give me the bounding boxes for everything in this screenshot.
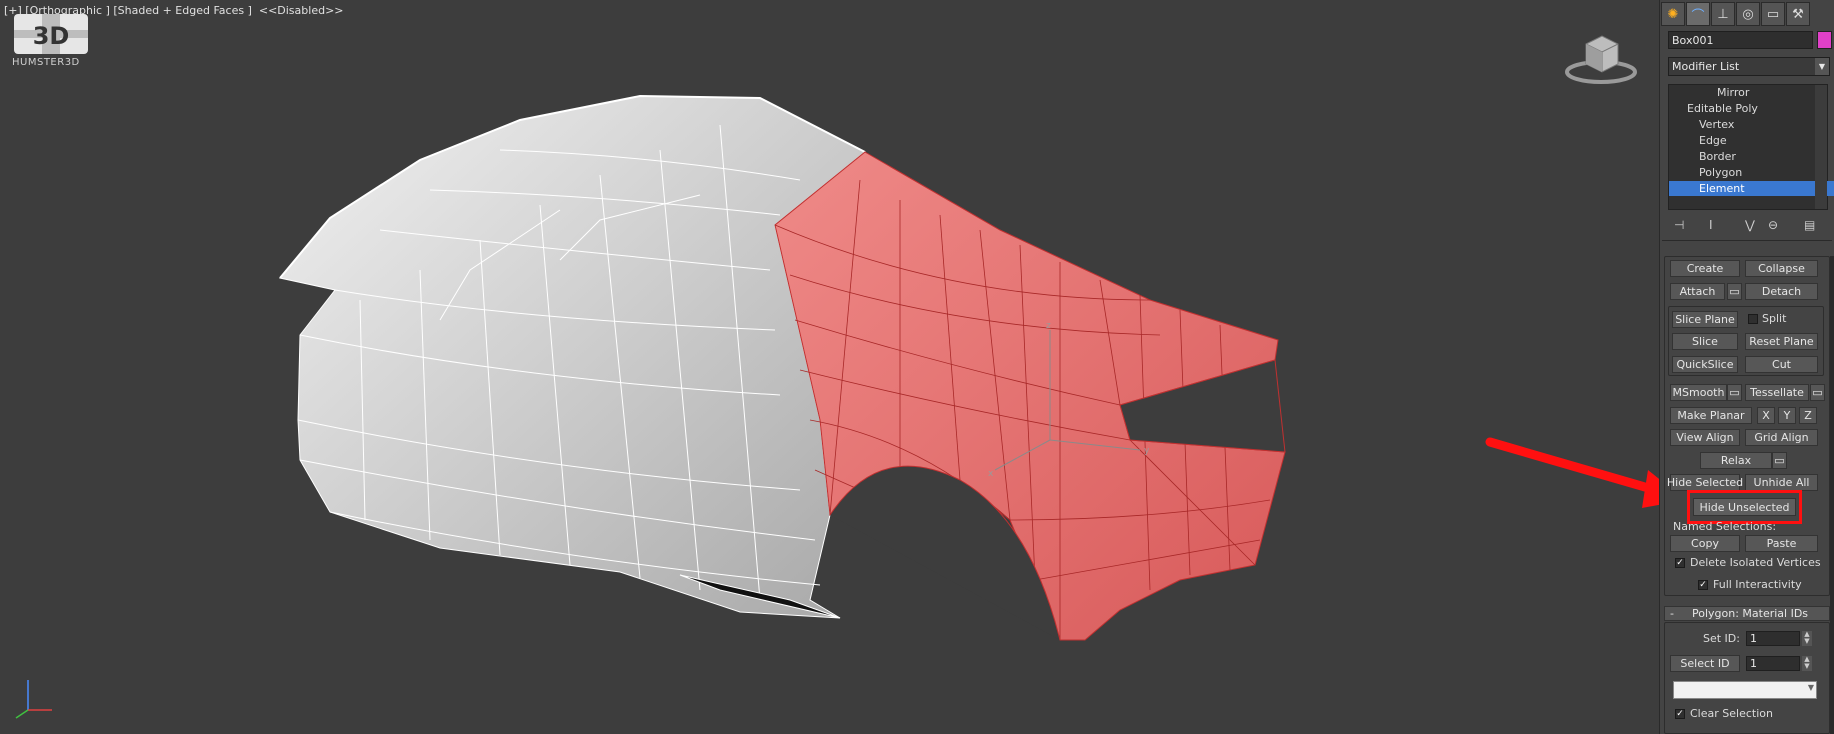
create-button[interactable]: Create xyxy=(1670,260,1740,277)
stack-scrollbar[interactable] xyxy=(1815,85,1827,209)
gizmo-y-label: y xyxy=(1144,446,1150,456)
split-checkbox[interactable] xyxy=(1748,314,1758,324)
create-icon: ✺ xyxy=(1667,6,1679,22)
paste-button[interactable]: Paste xyxy=(1745,535,1818,552)
select-id-spinner[interactable]: ▲ ▼ xyxy=(1802,656,1812,671)
display-icon: ▭ xyxy=(1766,6,1780,22)
hierarchy-icon: ⊥ xyxy=(1717,6,1729,22)
unselected-mesh xyxy=(279,94,866,619)
logo-text: HUMSTER3D xyxy=(12,57,80,68)
clear-selection-checkbox[interactable]: ✓ xyxy=(1675,709,1685,719)
quickslice-button[interactable]: QuickSlice xyxy=(1672,356,1738,373)
set-id-spinner[interactable]: ▲ ▼ xyxy=(1802,631,1812,646)
detach-button[interactable]: Detach xyxy=(1745,283,1818,300)
stack-item-label: Element xyxy=(1699,182,1745,195)
full-interactivity-checkbox[interactable]: ✓ xyxy=(1698,580,1708,590)
motion-icon: ◎ xyxy=(1742,6,1754,22)
stack-item-label: Polygon xyxy=(1699,166,1743,179)
set-id-field[interactable]: 1 xyxy=(1746,631,1800,646)
stack-item-editable-poly[interactable]: Editable Poly xyxy=(1669,101,1829,116)
msmooth-settings-button[interactable]: ▭ xyxy=(1727,384,1742,401)
viewport[interactable]: z y x [+] [Orthographic ] [Shaded + Edge… xyxy=(0,0,1659,734)
gizmo-z-label: z xyxy=(1046,321,1051,331)
modifier-stack[interactable]: Mirror Editable Poly Vertex Edge Border … xyxy=(1668,84,1834,210)
collapse-button[interactable]: Collapse xyxy=(1745,260,1818,277)
divider xyxy=(1662,240,1832,241)
rollout-toggle-icon: - xyxy=(1670,607,1674,620)
split-label: Split xyxy=(1762,312,1787,325)
attach-button[interactable]: Attach xyxy=(1670,283,1725,300)
slice-button[interactable]: Slice xyxy=(1672,333,1738,350)
stack-item-edge[interactable]: Edge xyxy=(1669,133,1834,148)
modify-icon: ⌒ xyxy=(1691,8,1705,24)
utilities-icon: ⚒ xyxy=(1792,6,1804,22)
chevron-down-icon: ▼ xyxy=(1815,58,1829,75)
display-tab[interactable]: ▭ xyxy=(1761,2,1785,26)
utilities-tab[interactable]: ⚒ xyxy=(1786,2,1810,26)
panel-scrollbar[interactable] xyxy=(1830,256,1834,734)
relax-settings-button[interactable]: ▭ xyxy=(1772,452,1787,469)
stack-item-mirror[interactable]: Mirror xyxy=(1669,85,1834,100)
reset-plane-button[interactable]: Reset Plane xyxy=(1745,333,1818,350)
stack-item-label: Vertex xyxy=(1699,118,1735,131)
named-selections-label: Named Selections: xyxy=(1673,520,1777,533)
slice-plane-button[interactable]: Slice Plane xyxy=(1672,311,1738,328)
hide-selected-button[interactable]: Hide Selected xyxy=(1667,474,1743,491)
logo-mark: 3D xyxy=(33,22,70,50)
delete-isolated-vertices-label: Delete Isolated Vertices xyxy=(1690,556,1821,569)
make-unique-icon[interactable]: ⋁ xyxy=(1745,218,1755,232)
viewcube-icon[interactable] xyxy=(1562,30,1640,90)
remove-modifier-icon[interactable]: ⊖ xyxy=(1768,218,1778,232)
material-ids-title: Polygon: Material IDs xyxy=(1691,607,1809,620)
view-align-button[interactable]: View Align xyxy=(1670,429,1740,446)
select-id-field[interactable]: 1 xyxy=(1746,656,1800,671)
hide-unselected-highlight xyxy=(1687,490,1802,524)
make-planar-button[interactable]: Make Planar xyxy=(1670,407,1752,424)
axis-tripod-icon xyxy=(15,680,52,719)
stack-item-label: Mirror xyxy=(1717,86,1750,99)
modify-tab[interactable]: ⌒ xyxy=(1686,2,1710,26)
selected-element-mesh xyxy=(774,151,1286,641)
stack-item-polygon[interactable]: Polygon xyxy=(1669,165,1834,180)
select-id-button[interactable]: Select ID xyxy=(1670,655,1740,672)
attach-settings-button[interactable]: ▭ xyxy=(1727,283,1742,300)
red-arrow-annotation xyxy=(1485,437,1659,508)
stack-item-label: Border xyxy=(1699,150,1736,163)
grid-align-button[interactable]: Grid Align xyxy=(1745,429,1818,446)
stack-item-label: Edge xyxy=(1699,134,1727,147)
stack-item-vertex[interactable]: Vertex xyxy=(1669,117,1834,132)
relax-button[interactable]: Relax xyxy=(1700,452,1772,469)
delete-isolated-vertices-checkbox[interactable]: ✓ xyxy=(1675,558,1685,568)
pin-stack-icon[interactable]: ⊣ xyxy=(1674,218,1684,232)
full-interactivity-label: Full Interactivity xyxy=(1713,578,1802,591)
create-tab[interactable]: ✺ xyxy=(1661,2,1685,26)
set-id-label: Set ID: xyxy=(1703,632,1740,645)
tessellate-settings-button[interactable]: ▭ xyxy=(1810,384,1825,401)
stack-item-label: Editable Poly xyxy=(1687,102,1758,115)
object-color-swatch[interactable] xyxy=(1817,31,1832,49)
material-name-dropdown[interactable]: ▼ xyxy=(1673,681,1817,699)
msmooth-button[interactable]: MSmooth xyxy=(1670,384,1727,401)
stack-item-element[interactable]: Element xyxy=(1669,181,1834,196)
configure-sets-icon[interactable]: ▤ xyxy=(1804,218,1815,232)
stack-item-border[interactable]: Border xyxy=(1669,149,1834,164)
object-name-field[interactable]: Box001 xyxy=(1668,31,1813,49)
modifier-list-dropdown[interactable]: Modifier List ▼ xyxy=(1668,57,1830,76)
modifier-list-label: Modifier List xyxy=(1672,60,1740,73)
planar-x-button[interactable]: X xyxy=(1757,407,1775,424)
clear-selection-label: Clear Selection xyxy=(1690,707,1773,720)
chevron-down-icon: ▼ xyxy=(1807,683,1814,692)
copy-button[interactable]: Copy xyxy=(1670,535,1740,552)
hierarchy-tab[interactable]: ⊥ xyxy=(1711,2,1735,26)
car-body-mesh[interactable]: z y x xyxy=(0,0,1659,734)
motion-tab[interactable]: ◎ xyxy=(1736,2,1760,26)
show-end-result-icon[interactable]: Ⅰ xyxy=(1709,218,1713,232)
cut-button[interactable]: Cut xyxy=(1745,356,1818,373)
gizmo-x-label: x xyxy=(988,469,994,479)
unhide-all-button[interactable]: Unhide All xyxy=(1745,474,1818,491)
planar-y-button[interactable]: Y xyxy=(1778,407,1796,424)
tessellate-button[interactable]: Tessellate xyxy=(1745,384,1809,401)
material-ids-rollout-header[interactable]: - Polygon: Material IDs xyxy=(1664,606,1830,621)
planar-z-button[interactable]: Z xyxy=(1799,407,1817,424)
